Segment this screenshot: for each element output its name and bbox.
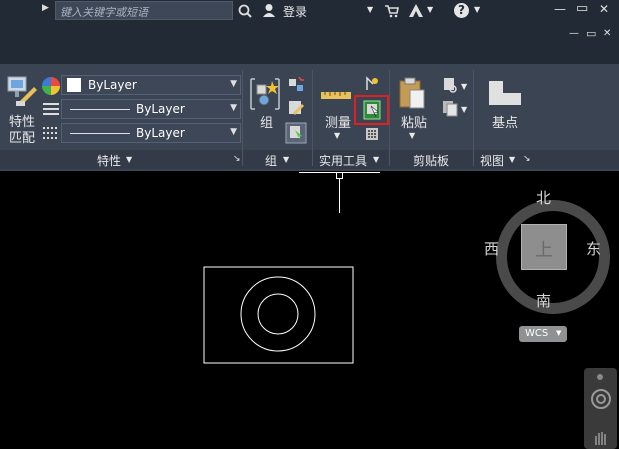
group-icon[interactable] (248, 77, 282, 111)
copy-icon[interactable] (441, 99, 459, 117)
minimize-button[interactable]: — (554, 2, 566, 16)
chevron-down-icon[interactable]: ▼ (334, 131, 340, 140)
chevron-down-icon[interactable]: ▼ (126, 155, 132, 164)
chevron-down-icon[interactable]: ▼ (409, 131, 415, 140)
viewcube-top-label: 上 (535, 240, 553, 261)
line-preview (70, 109, 130, 110)
color-value: ByLayer (88, 78, 137, 92)
dialog-launcher-icon[interactable]: ↘ (523, 154, 531, 164)
pan-hand-icon[interactable] (592, 428, 610, 446)
line-preview (70, 133, 130, 134)
group-label[interactable]: 组 (260, 112, 273, 131)
paste-label[interactable]: 粘贴 (401, 112, 427, 131)
measure-label[interactable]: 测量 (325, 112, 351, 131)
chevron-down-icon[interactable]: ▼ (373, 155, 379, 164)
lineweight-icon[interactable] (42, 101, 60, 117)
group-edit-icon[interactable] (287, 99, 305, 117)
group-selection-icon[interactable] (285, 122, 307, 144)
chevron-down-icon[interactable]: ▼ (509, 155, 515, 164)
chevron-down-icon: ▼ (230, 79, 237, 89)
search-icon[interactable] (238, 4, 252, 18)
doc-minimize-button[interactable]: — (569, 28, 579, 39)
chevron-down-icon: ▼ (230, 127, 237, 137)
steering-wheel-icon[interactable] (590, 388, 612, 410)
doc-close-button[interactable]: ✕ (603, 28, 611, 39)
measure-icon[interactable] (320, 80, 352, 110)
compass-east[interactable]: 东 (586, 238, 601, 259)
compass-north[interactable]: 北 (536, 187, 551, 208)
lineweight-dropdown[interactable]: ByLayer ▼ (61, 99, 241, 119)
navigation-bar (584, 368, 617, 449)
user-icon[interactable] (262, 3, 276, 18)
panel-title-properties[interactable]: 特性 (97, 152, 121, 169)
close-button[interactable]: ✕ (599, 2, 609, 16)
cart-icon[interactable] (384, 4, 399, 18)
dropdown-arrow-icon[interactable]: ▼ (427, 5, 433, 14)
dialog-launcher-icon[interactable]: ↘ (233, 154, 241, 164)
paste-icon[interactable] (398, 76, 426, 110)
menu-bar: — ▭ ✕ (0, 24, 619, 46)
navbar-dot-icon (597, 374, 603, 380)
dropdown-arrow-icon[interactable]: ▼ (474, 5, 480, 14)
quick-select-icon (363, 100, 381, 120)
panel-divider (312, 70, 313, 166)
doc-restore-button[interactable]: ▭ (586, 27, 596, 40)
match-properties-icon[interactable] (6, 75, 38, 109)
color-swatch (67, 78, 81, 92)
color-dropdown[interactable]: ByLayer ▼ (61, 75, 241, 95)
compass-west[interactable]: 西 (484, 238, 499, 259)
panel-divider (242, 70, 243, 166)
ribbon-tab-strip (0, 46, 619, 64)
panel-title-view[interactable]: 视图 (480, 152, 504, 169)
expand-arrow-icon[interactable]: ▶ (42, 3, 49, 13)
calculator-icon[interactable] (365, 127, 379, 141)
quick-select-button-highlight[interactable] (354, 95, 389, 125)
drawing-objects[interactable] (203, 266, 355, 364)
basepoint-icon[interactable] (487, 79, 523, 107)
ungroup-icon[interactable] (287, 76, 305, 94)
search-input[interactable]: 键入关键字或短语 (55, 1, 233, 20)
panel-title-group[interactable]: 组 (265, 152, 277, 169)
dropdown-arrow-icon[interactable]: ▼ (367, 5, 373, 14)
panel-title-utilities[interactable]: 实用工具 (319, 152, 367, 169)
crosshair-line (339, 178, 340, 213)
chevron-down-icon[interactable]: ▼ (461, 105, 467, 114)
help-icon[interactable]: ? (454, 3, 469, 18)
panel-divider (389, 70, 390, 166)
autodesk-a360-icon[interactable] (408, 3, 424, 18)
restore-button[interactable]: ▭ (576, 1, 588, 16)
linetype-value: ByLayer (136, 126, 185, 140)
color-wheel-icon[interactable] (42, 77, 60, 95)
cut-icon[interactable] (441, 77, 459, 93)
panel-divider (473, 70, 474, 166)
match-properties-label-2[interactable]: 匹配 (9, 127, 35, 146)
basepoint-label[interactable]: 基点 (492, 112, 518, 131)
wcs-menu[interactable]: WCS ▼ (519, 326, 567, 342)
compass-south[interactable]: 南 (536, 290, 551, 311)
id-point-icon[interactable] (364, 75, 380, 93)
wcs-label: WCS (525, 328, 549, 339)
linetype-icon[interactable] (42, 125, 60, 141)
chevron-down-icon: ▼ (230, 103, 237, 113)
help-label: ? (458, 3, 465, 17)
chevron-down-icon: ▼ (556, 329, 562, 337)
chevron-down-icon[interactable]: ▼ (283, 155, 289, 164)
chevron-down-icon[interactable]: ▼ (461, 82, 467, 91)
search-placeholder: 键入关键字或短语 (60, 6, 148, 19)
linetype-dropdown[interactable]: ByLayer ▼ (61, 123, 241, 143)
panel-title-clipboard[interactable]: 剪贴板 (413, 152, 449, 169)
title-bar: ▶ 键入关键字或短语 登录 ▼ ▼ ? ▼ — ▭ ✕ (0, 0, 619, 24)
login-link[interactable]: 登录 (283, 3, 307, 20)
lineweight-value: ByLayer (136, 102, 185, 116)
